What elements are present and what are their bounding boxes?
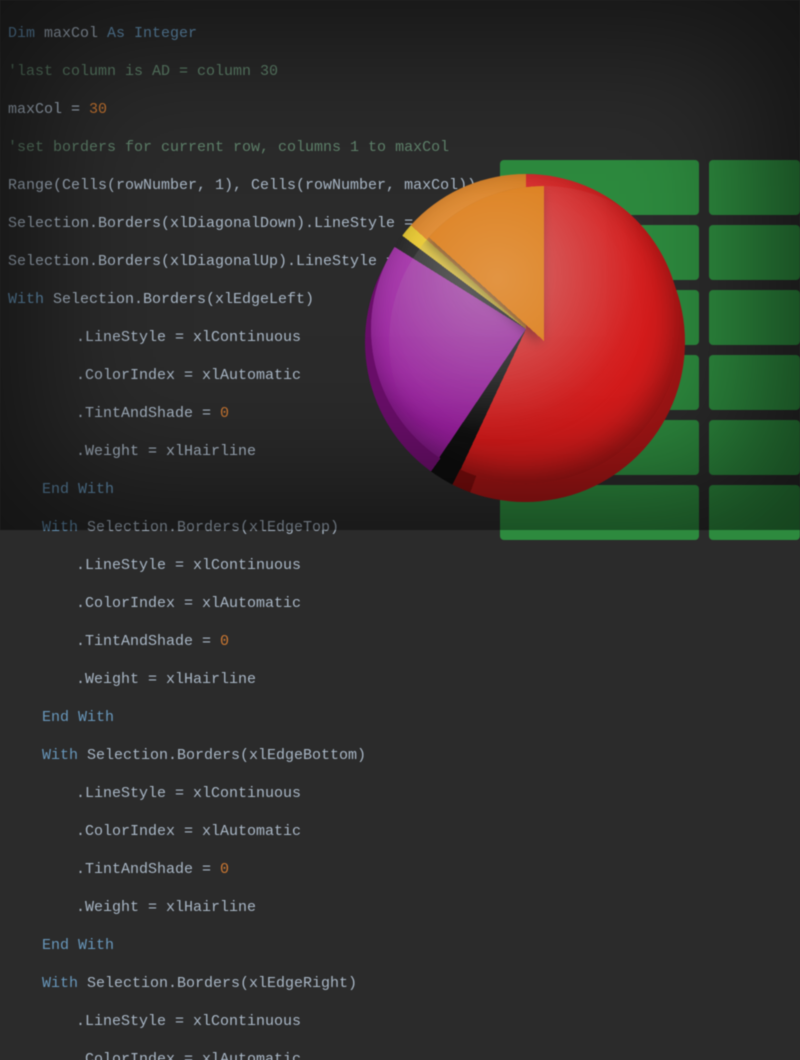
code-text: .TintAndShade = xyxy=(76,405,220,422)
code-text: .LineStyle = xlContinuous xyxy=(76,329,301,346)
pie-slice-orange xyxy=(389,186,699,496)
code-keyword: With xyxy=(42,747,78,764)
code-text: .LineStyle = xlContinuous xyxy=(76,557,301,574)
code-number: 0 xyxy=(220,861,229,878)
code-comment: 'set borders for current row, columns 1 … xyxy=(8,139,449,156)
code-text: .Weight = xlHairline xyxy=(76,899,256,916)
grid-cell xyxy=(709,290,800,345)
grid-cell xyxy=(709,420,800,475)
code-keyword: Dim xyxy=(8,25,35,42)
code-keyword: With xyxy=(42,519,78,536)
code-keyword: With xyxy=(42,975,78,992)
grid-cell xyxy=(709,225,800,280)
grid-cell xyxy=(709,485,800,540)
grid-cell xyxy=(709,160,800,215)
code-text: .TintAndShade = xyxy=(76,861,220,878)
code-keyword: End With xyxy=(42,481,114,498)
grid-cell xyxy=(709,355,800,410)
code-text: Selection.Borders(xlEdgeRight) xyxy=(78,975,357,992)
code-text: .Weight = xlHairline xyxy=(76,443,256,460)
code-keyword: With xyxy=(8,291,44,308)
code-text: .TintAndShade = xyxy=(76,633,220,650)
code-text: .ColorIndex = xlAutomatic xyxy=(76,823,301,840)
code-text: Selection.Borders(xlEdgeTop) xyxy=(78,519,339,536)
code-text: maxCol = xyxy=(8,101,89,118)
code-text: Selection.Borders(xlEdgeLeft) xyxy=(44,291,314,308)
code-number: 0 xyxy=(220,405,229,422)
code-text: .Weight = xlHairline xyxy=(76,671,256,688)
code-number: 30 xyxy=(89,101,107,118)
code-keyword: End With xyxy=(42,937,114,954)
code-number: 0 xyxy=(220,633,229,650)
pie-chart xyxy=(365,182,685,502)
code-keyword: End With xyxy=(42,709,114,726)
code-text: .ColorIndex = xlAutomatic xyxy=(76,367,301,384)
code-text: .LineStyle = xlContinuous xyxy=(76,1013,301,1030)
code-comment: 'last column is AD = column 30 xyxy=(8,63,278,80)
code-block: Dim maxCol As Integer 'last column is AD… xyxy=(8,5,539,1060)
code-text: .LineStyle = xlContinuous xyxy=(76,785,301,802)
code-text: .ColorIndex = xlAutomatic xyxy=(76,595,301,612)
code-text: .ColorIndex = xlAutomatic xyxy=(76,1051,301,1060)
code-keyword: As Integer xyxy=(107,25,197,42)
code-text: Selection.Borders(xlEdgeBottom) xyxy=(78,747,366,764)
code-text: maxCol xyxy=(35,25,107,42)
